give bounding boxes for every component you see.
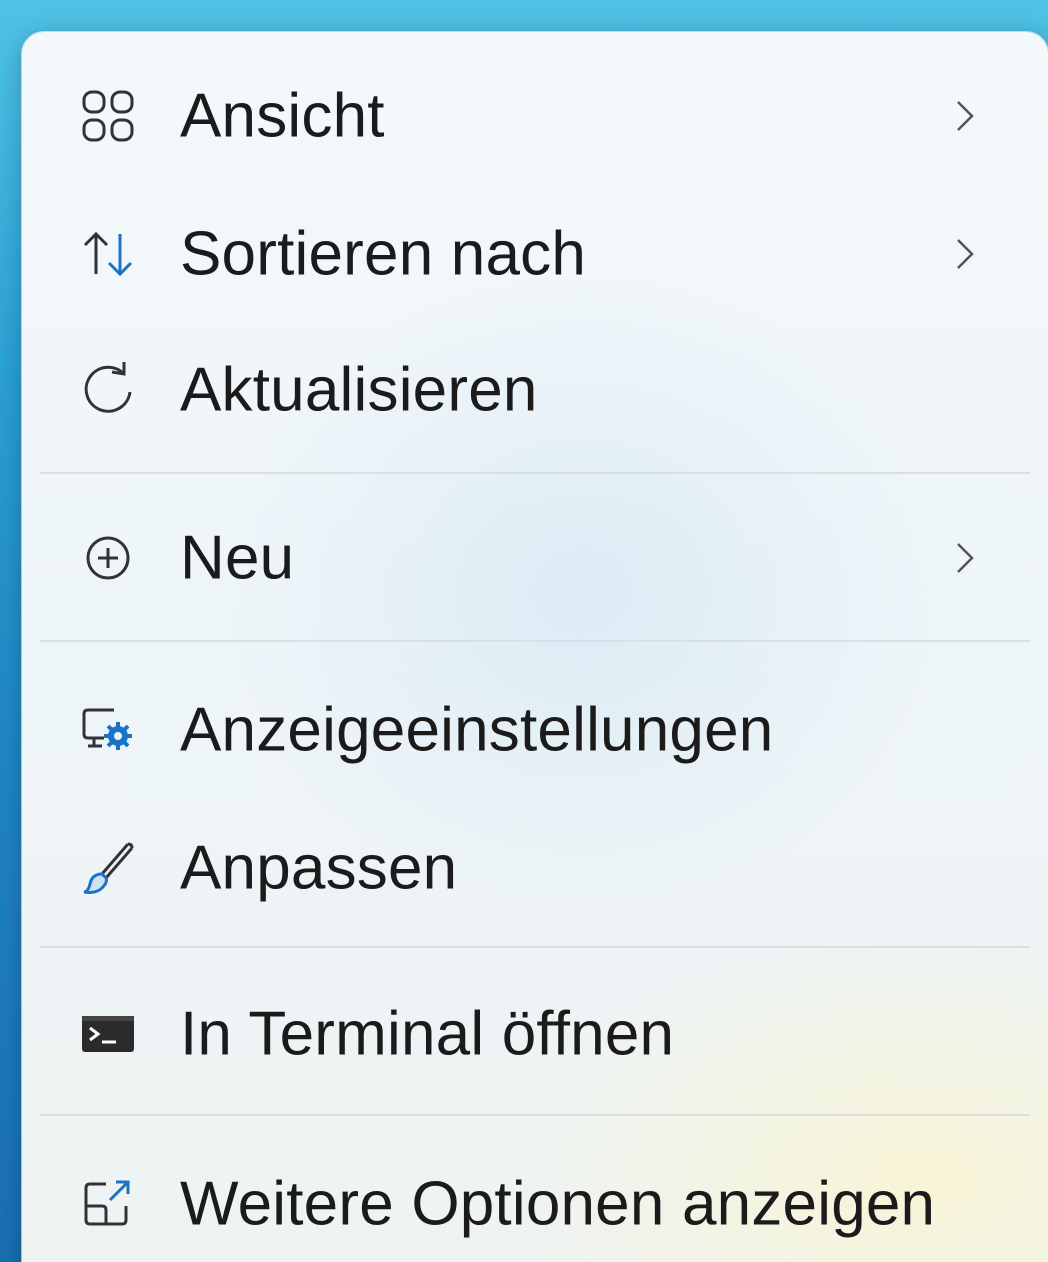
menu-item-label: Sortieren nach <box>180 219 587 289</box>
add-circle-icon <box>78 528 138 588</box>
more-options-icon <box>78 1174 138 1234</box>
menu-item-weitere-optionen-anzeigen[interactable]: Weitere Optionen anzeigen <box>22 1144 1048 1262</box>
chevron-right-icon <box>950 234 980 274</box>
menu-item-label: Anzeigeeinstellungen <box>180 695 774 765</box>
menu-item-label: Aktualisieren <box>180 355 538 425</box>
display-settings-icon <box>78 700 138 760</box>
menu-item-neu[interactable]: Neu <box>22 498 1048 618</box>
menu-item-sortieren-nach[interactable]: Sortieren nach <box>22 194 1048 314</box>
refresh-icon <box>78 360 138 420</box>
chevron-right-icon <box>950 538 980 578</box>
menu-separator <box>40 1114 1030 1116</box>
menu-separator <box>40 640 1030 642</box>
menu-item-label: Weitere Optionen anzeigen <box>180 1169 936 1239</box>
terminal-icon <box>78 1004 138 1064</box>
chevron-right-icon <box>950 96 980 136</box>
menu-item-anzeigeeinstellungen[interactable]: Anzeigeeinstellungen <box>22 670 1048 790</box>
menu-separator <box>40 946 1030 948</box>
menu-item-label: Neu <box>180 523 295 593</box>
menu-item-label: Ansicht <box>180 81 385 151</box>
menu-item-in-terminal-oeffnen[interactable]: In Terminal öffnen <box>22 974 1048 1094</box>
menu-item-label: Anpassen <box>180 833 458 903</box>
menu-separator <box>40 472 1030 474</box>
grid-view-icon <box>78 86 138 146</box>
menu-item-ansicht[interactable]: Ansicht <box>22 56 1048 176</box>
menu-item-anpassen[interactable]: Anpassen <box>22 808 1048 928</box>
context-menu: Ansicht Sortieren nach Aktualisieren Neu… <box>22 32 1048 1262</box>
menu-item-aktualisieren[interactable]: Aktualisieren <box>22 330 1048 450</box>
paintbrush-icon <box>78 838 138 898</box>
sort-arrows-icon <box>78 224 138 284</box>
menu-item-label: In Terminal öffnen <box>180 999 675 1069</box>
